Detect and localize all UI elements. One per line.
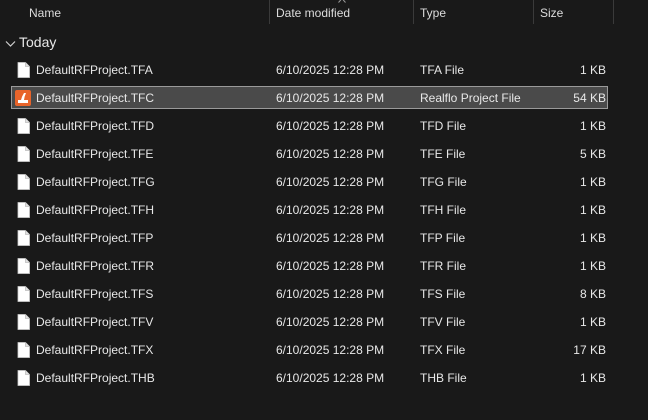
file-size: 1 KB	[579, 231, 606, 245]
file-size: 1 KB	[579, 315, 606, 329]
file-type: TFS File	[420, 287, 466, 301]
file-name: DefaultRFProject.TFE	[36, 147, 154, 161]
file-row[interactable]: DefaultRFProject.TFD 6/10/2025 12:28 PM …	[0, 113, 648, 141]
file-date-modified: 6/10/2025 12:28 PM	[276, 119, 385, 133]
file-size: 1 KB	[579, 175, 606, 189]
column-divider[interactable]	[269, 0, 270, 24]
group-header-today[interactable]: Today	[0, 32, 648, 54]
file-size: 8 KB	[579, 287, 606, 301]
file-name: DefaultRFProject.TFD	[36, 119, 155, 133]
file-type: TFE File	[420, 147, 466, 161]
file-row[interactable]: DefaultRFProject.THB 6/10/2025 12:28 PM …	[0, 365, 648, 393]
chevron-down-icon[interactable]	[5, 38, 16, 49]
blank-file-icon	[17, 258, 30, 274]
column-divider[interactable]	[413, 0, 414, 24]
file-date-modified: 6/10/2025 12:28 PM	[276, 203, 385, 217]
blank-file-icon	[17, 62, 30, 78]
blank-file-icon	[17, 342, 30, 358]
blank-file-icon	[17, 230, 30, 246]
file-date-modified: 6/10/2025 12:28 PM	[276, 287, 385, 301]
file-type: TFP File	[420, 231, 466, 245]
file-row[interactable]: DefaultRFProject.TFS 6/10/2025 12:28 PM …	[0, 281, 648, 309]
file-name: DefaultRFProject.TFH	[36, 203, 155, 217]
group-label: Today	[19, 34, 57, 50]
file-row[interactable]: DefaultRFProject.TFX 6/10/2025 12:28 PM …	[0, 337, 648, 365]
blank-file-icon	[17, 118, 30, 134]
file-name: DefaultRFProject.TFG	[36, 175, 155, 189]
file-type: THB File	[420, 371, 467, 385]
file-type: Realflo Project File	[420, 91, 521, 105]
file-name: DefaultRFProject.TFS	[36, 287, 154, 301]
file-row[interactable]: DefaultRFProject.TFA 6/10/2025 12:28 PM …	[0, 57, 648, 85]
file-type: TFX File	[420, 343, 466, 357]
file-row[interactable]: DefaultRFProject.TFH 6/10/2025 12:28 PM …	[0, 197, 648, 225]
file-date-modified: 6/10/2025 12:28 PM	[276, 259, 385, 273]
column-divider[interactable]	[613, 0, 614, 24]
file-date-modified: 6/10/2025 12:28 PM	[276, 91, 385, 105]
file-row[interactable]: DefaultRFProject.TFC 6/10/2025 12:28 PM …	[0, 85, 648, 113]
blank-file-icon	[17, 286, 30, 302]
file-row[interactable]: DefaultRFProject.TFE 6/10/2025 12:28 PM …	[0, 141, 648, 169]
column-header-bar: Name Date modified Type Size	[0, 0, 648, 26]
file-list: DefaultRFProject.TFA 6/10/2025 12:28 PM …	[0, 57, 648, 393]
file-date-modified: 6/10/2025 12:28 PM	[276, 343, 385, 357]
file-row[interactable]: DefaultRFProject.TFG 6/10/2025 12:28 PM …	[0, 169, 648, 197]
blank-file-icon	[17, 202, 30, 218]
file-date-modified: 6/10/2025 12:28 PM	[276, 315, 385, 329]
file-size: 1 KB	[579, 371, 606, 385]
file-date-modified: 6/10/2025 12:28 PM	[276, 371, 385, 385]
file-row[interactable]: DefaultRFProject.TFV 6/10/2025 12:28 PM …	[0, 309, 648, 337]
file-size: 54 KB	[573, 91, 606, 105]
file-size: 1 KB	[579, 119, 606, 133]
file-name: DefaultRFProject.TFX	[36, 343, 154, 357]
column-divider[interactable]	[533, 0, 534, 24]
file-type: TFD File	[420, 119, 466, 133]
file-name: DefaultRFProject.TFV	[36, 315, 154, 329]
blank-file-icon	[17, 174, 30, 190]
file-size: 1 KB	[579, 203, 606, 217]
blank-file-icon	[17, 146, 30, 162]
file-type: TFA File	[420, 63, 465, 77]
file-type: TFG File	[420, 175, 467, 189]
column-header-size[interactable]: Size	[540, 0, 563, 26]
file-name: DefaultRFProject.THB	[36, 371, 155, 385]
blank-file-icon	[17, 370, 30, 386]
file-type: TFH File	[420, 203, 466, 217]
file-size: 5 KB	[579, 147, 606, 161]
realflo-file-icon	[15, 90, 31, 106]
column-header-date-modified[interactable]: Date modified	[276, 0, 350, 26]
file-date-modified: 6/10/2025 12:28 PM	[276, 175, 385, 189]
file-row[interactable]: DefaultRFProject.TFP 6/10/2025 12:28 PM …	[0, 225, 648, 253]
file-name: DefaultRFProject.TFR	[36, 259, 155, 273]
column-header-type[interactable]: Type	[420, 0, 446, 26]
file-size: 17 KB	[573, 343, 606, 357]
file-size: 1 KB	[579, 259, 606, 273]
file-size: 1 KB	[579, 63, 606, 77]
file-date-modified: 6/10/2025 12:28 PM	[276, 63, 385, 77]
blank-file-icon	[17, 314, 30, 330]
column-header-name[interactable]: Name	[29, 0, 61, 26]
file-name: DefaultRFProject.TFC	[36, 91, 155, 105]
file-type: TFV File	[420, 315, 466, 329]
file-date-modified: 6/10/2025 12:28 PM	[276, 147, 385, 161]
file-name: DefaultRFProject.TFP	[36, 231, 154, 245]
file-row[interactable]: DefaultRFProject.TFR 6/10/2025 12:28 PM …	[0, 253, 648, 281]
file-date-modified: 6/10/2025 12:28 PM	[276, 231, 385, 245]
file-name: DefaultRFProject.TFA	[36, 63, 153, 77]
file-type: TFR File	[420, 259, 466, 273]
